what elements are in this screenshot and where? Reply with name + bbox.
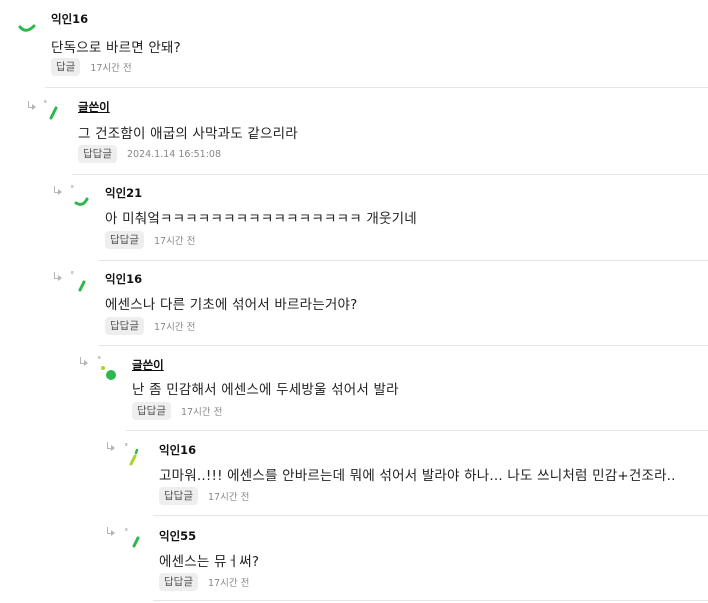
reply-arrow-icon — [52, 186, 62, 196]
comment-timestamp: 17시간 전 — [180, 407, 223, 418]
avatar-icon — [125, 528, 140, 548]
comment-text: 단독으로 바르면 안돼? — [51, 40, 181, 56]
comment-item: 익인55 에센스는 뮤ㅓ써? 답답글 17시간 전 — [125, 516, 708, 601]
avatar-icon — [44, 100, 58, 120]
comment-item: 익인16 단독으로 바르면 안돼? 답글 17시간 전 — [18, 0, 708, 88]
comment-text: 에센스는 뮤ㅓ써? — [159, 554, 260, 570]
reply-button[interactable]: 답답글 — [159, 573, 198, 591]
comment-nickname[interactable]: 익인16 — [159, 442, 196, 458]
comment-timestamp: 17시간 전 — [153, 236, 196, 247]
comment-item: 익인21 아 미춰엌ㅋㅋㅋㅋㅋㅋㅋㅋㅋㅋㅋㅋㅋㅋㅋㅋ 개웃기네 답답글 17시간… — [71, 175, 708, 261]
comment-nickname[interactable]: 익인16 — [51, 11, 88, 27]
comment-timestamp: 17시간 전 — [207, 578, 250, 589]
reply-arrow-icon — [78, 357, 88, 367]
comment-item: 글쓴이 그 건조함이 애굽의 사막과도 같으리라 답답글 2024.1.14 1… — [44, 88, 708, 175]
comment-timestamp: 17시간 전 — [207, 492, 250, 503]
avatar-icon — [98, 356, 116, 380]
comment-text: 그 건조함이 애굽의 사막과도 같으리라 — [78, 126, 298, 142]
avatar-icon — [18, 24, 36, 32]
comment-text: 아 미춰엌ㅋㅋㅋㅋㅋㅋㅋㅋㅋㅋㅋㅋㅋㅋㅋㅋ 개웃기네 — [105, 211, 417, 227]
avatar-icon — [71, 271, 86, 292]
reply-button[interactable]: 답답글 — [105, 231, 144, 249]
comment-text: 에센스나 다른 기초에 섞어서 바르라는거야? — [105, 297, 358, 313]
comment-item: 익인16 에센스나 다른 기초에 섞어서 바르라는거야? 답답글 17시간 전 — [71, 261, 708, 346]
reply-arrow-icon — [105, 527, 115, 537]
avatar-icon — [125, 443, 139, 466]
comment-item: 익인16 고마워..!!! 에센스를 안바르는데 뭐에 섞어서 발라야 하나..… — [125, 431, 708, 516]
comment-timestamp: 17시간 전 — [153, 322, 196, 333]
reply-arrow-icon — [26, 101, 36, 111]
comment-nickname[interactable]: 익인55 — [159, 528, 196, 544]
divider — [153, 600, 708, 601]
reply-button[interactable]: 답글 — [51, 58, 81, 76]
comment-timestamp: 2024.1.14 16:51:08 — [126, 148, 222, 160]
comment-nickname[interactable]: 글쓴이 — [132, 357, 164, 373]
reply-arrow-icon — [105, 442, 115, 452]
comment-nickname[interactable]: 익인21 — [105, 185, 142, 201]
reply-button[interactable]: 답답글 — [159, 487, 198, 505]
comment-item: 글쓴이 난 좀 민감해서 에센스에 두세방울 섞어서 발라 답답글 17시간 전 — [98, 346, 708, 431]
comment-text: 고마워..!!! 에센스를 안바르는데 뭐에 섞어서 발라야 하나... 나도 … — [159, 468, 676, 484]
comment-nickname[interactable]: 익인16 — [105, 271, 142, 287]
comment-timestamp: 17시간 전 — [90, 63, 132, 74]
comment-nickname[interactable]: 글쓴이 — [78, 99, 110, 115]
reply-button[interactable]: 답답글 — [105, 317, 144, 335]
comment-text: 난 좀 민감해서 에센스에 두세방울 섞어서 발라 — [132, 382, 399, 398]
reply-button[interactable]: 답답글 — [132, 402, 171, 420]
reply-button[interactable]: 답답글 — [78, 145, 117, 163]
reply-arrow-icon — [52, 272, 62, 282]
avatar-icon — [71, 185, 89, 206]
